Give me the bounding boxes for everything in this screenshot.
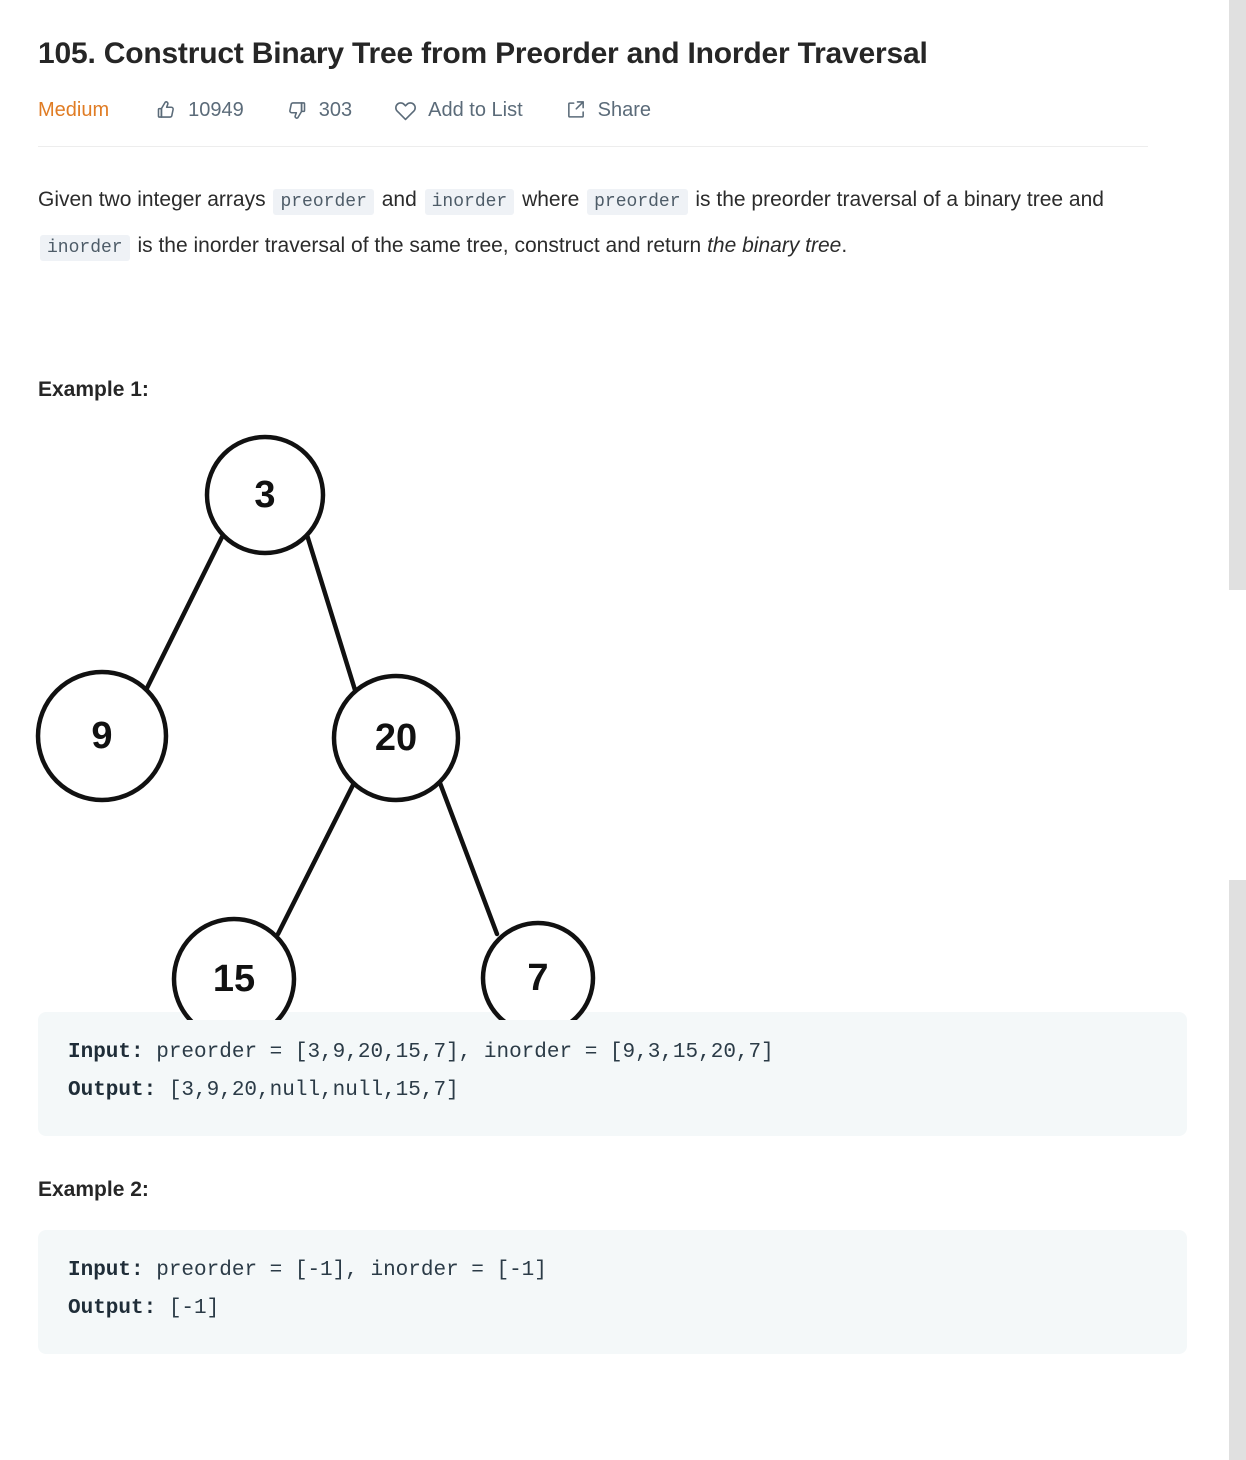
share-icon [565, 99, 587, 121]
example-2-heading: Example 2: [38, 1178, 149, 1201]
likes-count: 10949 [188, 98, 244, 121]
example-2-output-line: Output: [-1] [68, 1290, 1157, 1328]
desc-part-3: where [522, 188, 580, 211]
share-label: Share [597, 98, 652, 121]
inline-code-preorder-2: preorder [587, 189, 688, 215]
problem-meta-row: Medium 10949 303 Add to List Share [38, 96, 1188, 124]
heart-icon [394, 99, 417, 122]
edge-3-20 [304, 532, 358, 693]
edge-20-7 [437, 780, 500, 937]
edge-3-9 [143, 532, 226, 693]
example-1-output-line: Output: [3,9,20,null,null,15,7] [68, 1072, 1157, 1110]
example-2-output-label: Output: [68, 1297, 157, 1320]
problem-content: 105. Construct Binary Tree from Preorder… [0, 0, 1228, 1354]
binary-tree-svg: 3 9 20 15 7 [35, 434, 596, 1020]
tree-node-15: 15 [171, 916, 297, 1020]
inline-code-preorder-1: preorder [273, 189, 374, 215]
example-2-code-block: Input: preorder = [-1], inorder = [-1] O… [38, 1230, 1187, 1354]
desc-part-5: is the inorder traversal of the same tre… [137, 234, 702, 257]
thumbs-down-icon [286, 99, 308, 121]
desc-part-4: is the preorder traversal of a binary tr… [695, 188, 1104, 211]
example-2-input-line: Input: preorder = [-1], inorder = [-1] [68, 1252, 1157, 1290]
tree-node-3: 3 [204, 434, 326, 556]
tree-node-20: 20 [331, 673, 461, 803]
dislikes-count: 303 [318, 98, 353, 121]
scrollbar-thumb-lower[interactable] [1229, 880, 1246, 1460]
tree-node-7: 7 [480, 920, 596, 1020]
inline-code-inorder-1: inorder [424, 189, 515, 215]
share-button[interactable]: Share [565, 99, 651, 122]
problem-page: 105. Construct Binary Tree from Preorder… [0, 0, 1228, 1460]
tree-node-label-7: 7 [527, 957, 548, 999]
likes-button[interactable]: 10949 [155, 99, 244, 122]
example-1-code-block: Input: preorder = [3,9,20,15,7], inorder… [38, 1012, 1187, 1136]
tree-nodes: 3 9 20 15 7 [35, 434, 596, 1020]
header-divider [38, 146, 1148, 147]
tree-node-label-9: 9 [91, 715, 112, 757]
page-title: 105. Construct Binary Tree from Preorder… [38, 37, 928, 70]
difficulty-badge: Medium [38, 98, 110, 121]
desc-emphasis: the binary tree [707, 234, 842, 257]
tree-node-label-15: 15 [213, 958, 255, 1000]
edge-20-15 [275, 780, 357, 937]
thumbs-up-icon [155, 99, 177, 121]
example-1-input-line: Input: preorder = [3,9,20,15,7], inorder… [68, 1034, 1157, 1072]
inline-code-inorder-2: inorder [40, 235, 130, 261]
example-1-output-label: Output: [68, 1079, 157, 1102]
example-1-input-value: preorder = [3,9,20,15,7], inorder = [9,3… [143, 1041, 774, 1064]
desc-part-6: . [841, 234, 848, 257]
add-to-list-label: Add to List [428, 98, 523, 121]
desc-part-2: and [381, 188, 417, 211]
example-2-input-value: preorder = [-1], inorder = [-1] [143, 1259, 547, 1282]
example-2-input-label: Input: [68, 1259, 144, 1282]
scrollbar-thumb-upper[interactable] [1229, 0, 1246, 590]
binary-tree-figure: 3 9 20 15 7 [0, 418, 660, 1020]
tree-node-label-20: 20 [375, 717, 417, 759]
example-1-output-value: [3,9,20,null,null,15,7] [156, 1079, 459, 1102]
dislikes-button[interactable]: 303 [286, 99, 352, 122]
tree-node-9: 9 [35, 669, 169, 803]
example-1-input-label: Input: [68, 1041, 144, 1064]
desc-part-1: Given two integer arrays [38, 188, 266, 211]
example-1-heading: Example 1: [38, 378, 149, 401]
problem-description: Given two integer arrays preorder and in… [38, 178, 1148, 270]
add-to-list-button[interactable]: Add to List [394, 99, 523, 122]
example-2-output-value: [-1] [156, 1297, 220, 1320]
tree-node-label-3: 3 [254, 474, 275, 516]
